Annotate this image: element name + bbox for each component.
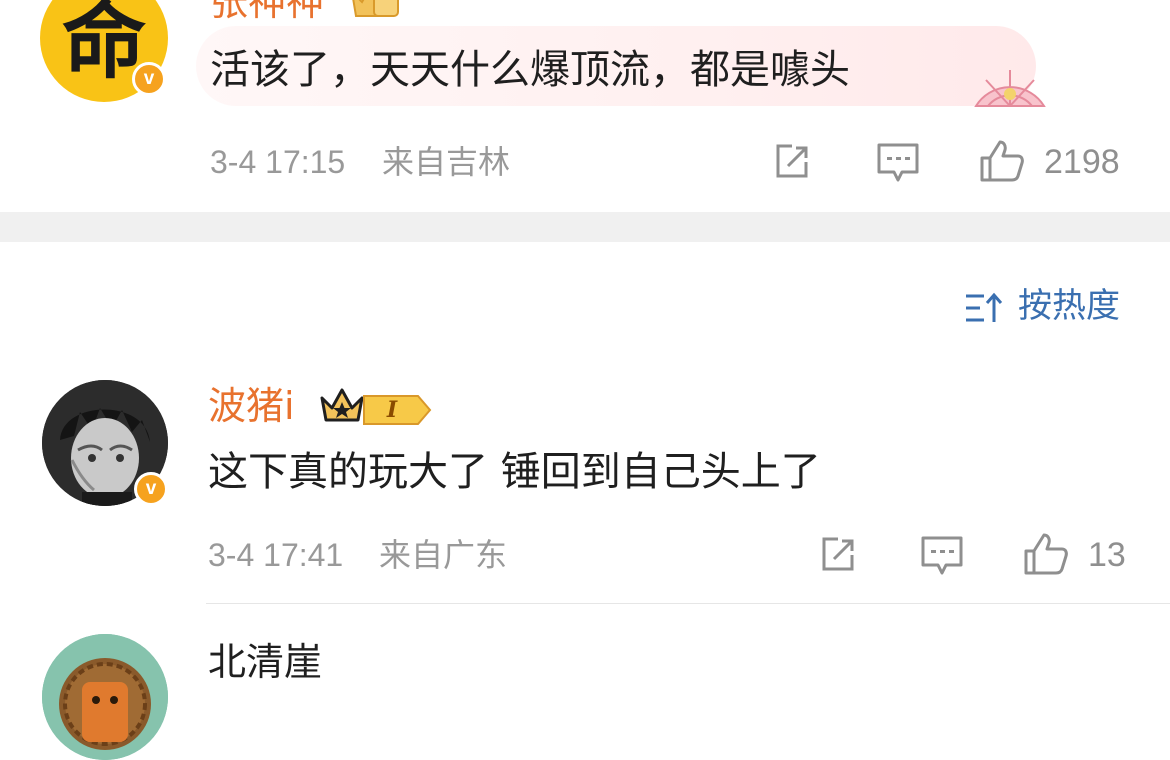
like-icon[interactable] [1022,531,1070,577]
like-count: 13 [1088,536,1126,574]
like-icon[interactable] [978,138,1026,184]
comment-icon[interactable] [876,142,920,184]
comment-text: 这下真的玩大了 锤回到自己头上了 [208,449,821,495]
username[interactable]: 张神神 [210,0,324,24]
avatar[interactable] [42,634,168,760]
username[interactable]: 波猪i [208,384,295,428]
vip-badge-icon [348,0,402,22]
comment-location: 来自吉林 [382,143,511,181]
sort-label: 按热度 [1018,286,1120,326]
comment-text: 活该了，天天什么爆顶流，都是噱头 [210,47,850,93]
level-text: I [386,397,398,423]
username[interactable]: 北清崖 [208,640,322,684]
section-separator [0,212,1170,242]
comment-time: 3-4 17:15 [210,144,346,180]
comment-divider [206,603,1170,604]
verified-badge: v [132,62,166,96]
share-icon[interactable] [818,535,858,575]
fan-sticker-icon [968,60,1052,110]
verified-badge: v [134,472,168,506]
comment-icon[interactable] [920,535,964,577]
avatar-image [42,634,168,760]
level-badge: I [362,394,432,426]
like-count: 2198 [1044,143,1120,181]
sort-by-hot-button[interactable]: 按热度 [964,286,1134,330]
crown-icon [318,386,366,426]
comment-location: 来自广东 [379,536,508,574]
share-icon[interactable] [772,142,812,182]
comment-time: 3-4 17:41 [208,537,344,573]
sort-icon [964,292,1006,324]
